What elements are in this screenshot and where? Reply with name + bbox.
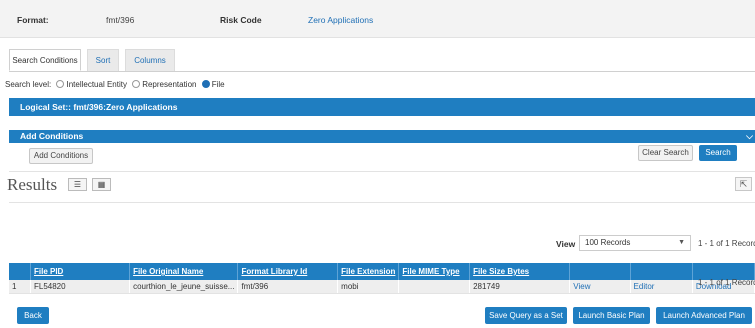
column-header-file-original-name[interactable]: File Original Name bbox=[129, 263, 239, 280]
results-title: Results bbox=[7, 175, 58, 194]
grid-icon[interactable]: ▦ bbox=[92, 178, 111, 191]
list-icon[interactable]: ☰ bbox=[68, 178, 87, 191]
results-table: File PID File Original Name Format Libra… bbox=[9, 263, 755, 293]
risk-code-label: Risk Code bbox=[220, 15, 262, 25]
radio-file[interactable] bbox=[201, 80, 210, 88]
logical-set-bar: Logical Set:: fmt/396:Zero Applications bbox=[9, 98, 755, 116]
chevron-down-icon: ▼ bbox=[678, 239, 685, 246]
cell-file-original-name: courthion_le_jeune_suisse... bbox=[129, 280, 239, 293]
chevron-down-icon[interactable]: ⌵ bbox=[746, 130, 753, 143]
column-header-file-size-bytes[interactable]: File Size Bytes bbox=[469, 263, 571, 280]
column-header-file-pid[interactable]: File PID bbox=[30, 263, 131, 280]
back-button[interactable]: Back bbox=[17, 307, 49, 324]
records-per-page-select[interactable]: 100 Records ▼ bbox=[579, 235, 691, 251]
save-query-as-set-button[interactable]: Save Query as a Set bbox=[485, 307, 567, 324]
launch-advanced-plan-button[interactable]: Launch Advanced Plan bbox=[656, 307, 752, 324]
launch-basic-plan-button[interactable]: Launch Basic Plan bbox=[573, 307, 650, 324]
add-conditions-button[interactable]: Add Conditions bbox=[29, 148, 93, 164]
view-label: View bbox=[556, 239, 576, 249]
tab-search-conditions[interactable]: Search Conditions bbox=[9, 49, 81, 71]
view-link[interactable]: View bbox=[569, 280, 631, 293]
record-count-bottom: 1 - 1 of 1 Records bbox=[698, 278, 755, 287]
column-header-editor bbox=[630, 263, 693, 280]
clear-search-button[interactable]: Clear Search bbox=[638, 145, 693, 161]
add-conditions-bar[interactable]: Add Conditions ⌵ bbox=[9, 130, 755, 143]
cell-file-size-bytes: 281749 bbox=[469, 280, 571, 293]
column-header-file-mime-type[interactable]: File MIME Type bbox=[398, 263, 471, 280]
format-value: fmt/396 bbox=[106, 15, 135, 25]
search-level-label: Search level: bbox=[5, 80, 52, 89]
column-header-format-library-id[interactable]: Format Library Id bbox=[237, 263, 339, 280]
export-icon[interactable]: ⇱ bbox=[735, 177, 752, 191]
tab-columns[interactable]: Columns bbox=[125, 49, 175, 71]
column-header-file-extension[interactable]: File Extension bbox=[337, 263, 400, 280]
add-conditions-bar-label: Add Conditions bbox=[20, 131, 84, 141]
radio-intellectual-entity[interactable] bbox=[56, 80, 65, 88]
divider bbox=[9, 171, 755, 172]
divider bbox=[9, 202, 755, 203]
tab-sort[interactable]: Sort bbox=[87, 49, 119, 71]
table-header-row: File PID File Original Name Format Libra… bbox=[9, 263, 755, 280]
tab-divider bbox=[9, 71, 755, 72]
cell-file-mime-type bbox=[398, 280, 471, 293]
cell-file-extension: mobi bbox=[337, 280, 400, 293]
record-count-top: 1 - 1 of 1 Records bbox=[698, 239, 755, 248]
search-level: Search level: Intellectual Entity Repres… bbox=[5, 80, 225, 89]
radio-label-file: File bbox=[211, 80, 225, 89]
table-row[interactable]: 1 FL54820 courthion_le_jeune_suisse... f… bbox=[9, 280, 755, 293]
radio-label-intellectual-entity: Intellectual Entity bbox=[66, 80, 127, 89]
search-button[interactable]: Search bbox=[699, 145, 737, 161]
radio-label-representation: Representation bbox=[142, 80, 197, 89]
format-label: Format: bbox=[17, 15, 49, 25]
records-per-page-value: 100 Records bbox=[585, 238, 631, 247]
radio-representation[interactable] bbox=[132, 80, 141, 88]
column-header-view bbox=[569, 263, 631, 280]
info-header: Format: fmt/396 Risk Code Zero Applicati… bbox=[0, 0, 755, 38]
column-header-index bbox=[9, 263, 31, 280]
editor-link[interactable]: Editor bbox=[630, 280, 693, 293]
row-number: 1 bbox=[9, 280, 31, 293]
divider bbox=[9, 293, 755, 294]
cell-format-library-id: fmt/396 bbox=[237, 280, 339, 293]
risk-code-link[interactable]: Zero Applications bbox=[308, 15, 373, 25]
cell-file-pid: FL54820 bbox=[30, 280, 131, 293]
